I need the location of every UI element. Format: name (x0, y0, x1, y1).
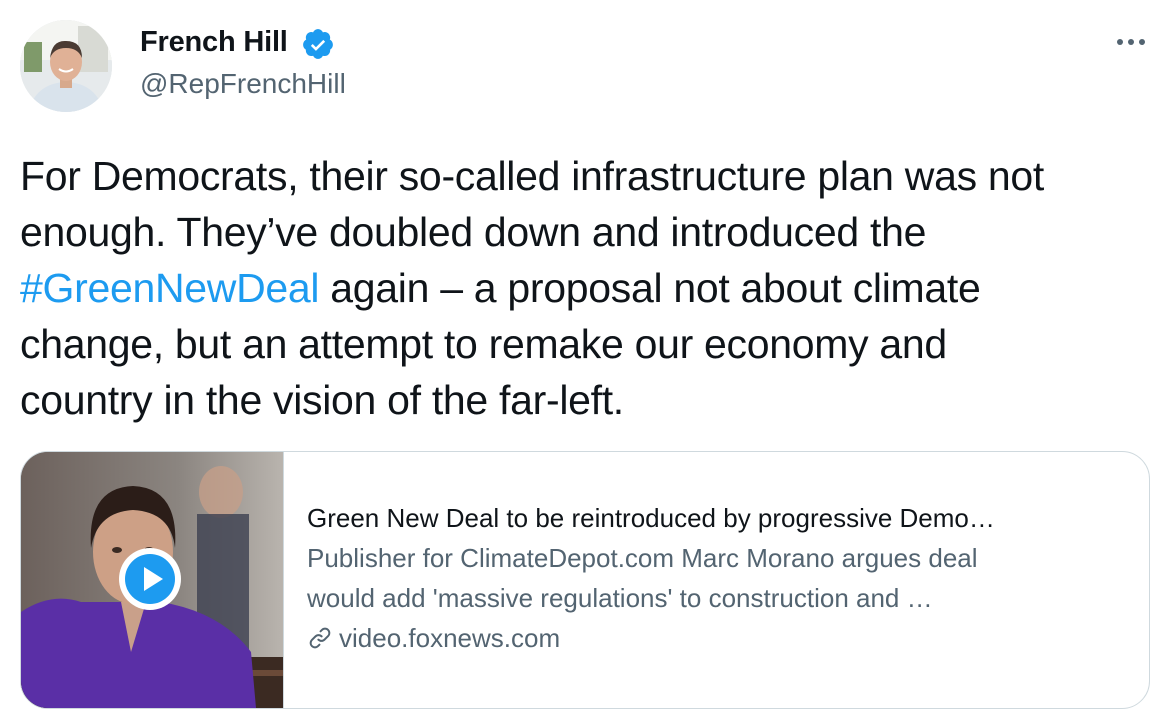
ellipsis-icon (1117, 39, 1145, 45)
author-avatar[interactable] (20, 20, 112, 112)
author-handle[interactable]: @RepFrenchHill (140, 68, 346, 100)
card-description-line: Publisher for ClimateDepot.com Marc Mora… (307, 543, 978, 573)
card-body[interactable]: Green New Deal to be reintroduced by pro… (307, 498, 1127, 658)
hashtag-link[interactable]: #GreenNewDeal (20, 265, 320, 311)
card-domain[interactable]: video.foxnews.com (307, 618, 1127, 658)
more-options-button[interactable] (1106, 24, 1156, 60)
card-video-thumbnail[interactable] (21, 452, 284, 708)
tweet: French Hill @RepFrenchHill For Democrats… (0, 0, 1172, 726)
card-title[interactable]: Green New Deal to be reintroduced by pro… (307, 498, 1127, 538)
card-description-line: would add 'massive regulations' to const… (307, 583, 933, 613)
author-display-name[interactable]: French Hill (140, 26, 288, 59)
tweet-text-segment: again – a proposal not about climate (330, 265, 981, 311)
avatar-photo-icon (20, 20, 112, 112)
tweet-text-line: change, but an attempt to remake our eco… (20, 321, 947, 367)
tweet-text-line: enough. They’ve doubled down and introdu… (20, 209, 927, 255)
tweet-text-line: country in the vision of the far-left. (20, 377, 624, 423)
tweet-text-line: For Democrats, their so-called infrastru… (20, 153, 1044, 199)
card-description: Publisher for ClimateDepot.com Marc Mora… (307, 538, 1127, 618)
tweet-text-line: #GreenNewDeal again – a proposal not abo… (20, 260, 1160, 316)
card-domain-text: video.foxnews.com (339, 623, 561, 653)
tweet-text: For Democrats, their so-called infrastru… (20, 148, 1160, 428)
link-preview-card[interactable]: Green New Deal to be reintroduced by pro… (20, 451, 1150, 709)
link-icon (309, 627, 331, 649)
verified-badge-icon (303, 29, 333, 59)
play-icon[interactable] (117, 546, 183, 612)
